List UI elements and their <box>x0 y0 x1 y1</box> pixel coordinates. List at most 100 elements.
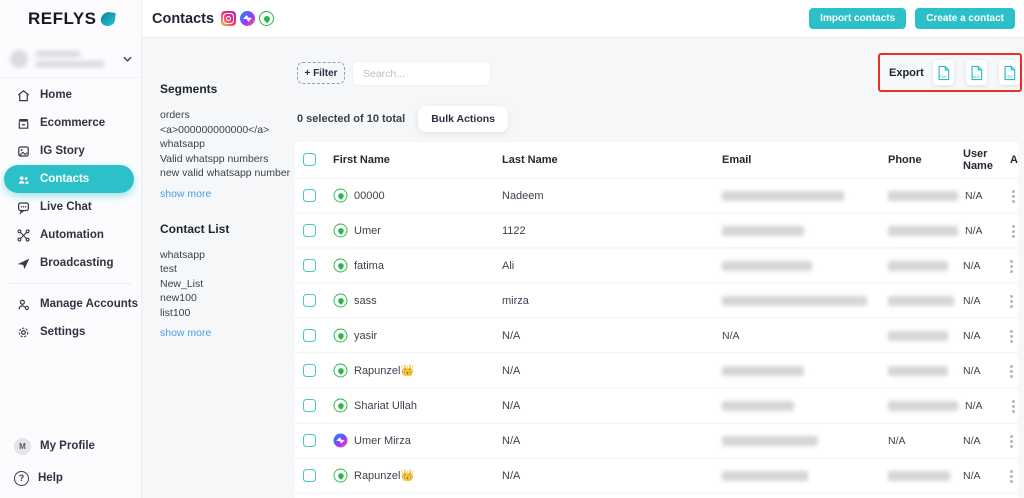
contact-list-item[interactable]: new100 <box>160 291 292 306</box>
whatsapp-icon <box>334 294 348 308</box>
segment-item[interactable]: orders <box>160 108 292 123</box>
export-csv-button[interactable]: CSV <box>999 60 1020 85</box>
row-actions-menu-icon[interactable] <box>1010 434 1013 447</box>
whatsapp-icon <box>334 364 348 378</box>
contact-list-item[interactable]: test <box>160 262 292 277</box>
contact-list: whatsapp test New_List new100 list100 <box>160 248 292 321</box>
row-checkbox[interactable] <box>303 469 316 482</box>
row-checkbox[interactable] <box>303 364 316 377</box>
account-name-redacted <box>35 51 116 67</box>
email-cell <box>715 436 883 446</box>
avatar: M <box>14 438 31 455</box>
column-header-first-name: First Name <box>326 154 502 166</box>
email-cell <box>715 191 883 201</box>
sidebar-item-live-chat[interactable]: Live Chat <box>0 193 142 221</box>
sidebar-item-contacts[interactable]: Contacts <box>4 165 134 193</box>
table-row: Rapunzel👑 N/A N/A <box>295 354 1018 387</box>
table-row: Rapunzel👑 N/A N/A <box>295 459 1018 492</box>
first-name-cell: sass <box>354 295 377 307</box>
contact-list-item[interactable]: list100 <box>160 306 292 321</box>
user-name-cell: N/A <box>956 435 1004 447</box>
brand-logo-icon <box>100 11 116 27</box>
phone-cell <box>883 401 958 411</box>
home-icon <box>16 88 31 103</box>
email-redacted <box>722 401 794 411</box>
import-contacts-button[interactable]: Import contacts <box>809 8 906 29</box>
email-cell <box>715 226 883 236</box>
export-format-label: CSV <box>1005 73 1014 78</box>
user-name-cell: N/A <box>956 365 1004 377</box>
sidebar-divider <box>10 283 132 284</box>
automation-icon <box>16 228 31 243</box>
row-actions-menu-icon[interactable] <box>1012 189 1015 202</box>
broadcasting-icon <box>16 256 31 271</box>
row-checkbox[interactable] <box>303 434 316 447</box>
row-actions-menu-icon[interactable] <box>1012 399 1015 412</box>
export-pdf-button[interactable]: PDF <box>933 60 954 85</box>
segment-item[interactable]: new valid whatsapp number <box>160 166 292 181</box>
help-icon: ? <box>14 471 29 486</box>
row-checkbox[interactable] <box>303 189 316 202</box>
row-actions-menu-icon[interactable] <box>1010 469 1013 482</box>
create-contact-button[interactable]: Create a contact <box>915 8 1015 29</box>
phone-redacted <box>888 226 958 236</box>
sidebar-item-ig-story[interactable]: IG Story <box>0 137 142 165</box>
phone-cell <box>883 366 956 376</box>
email-redacted <box>722 191 844 201</box>
table-row: 00000 Nadeem N/A <box>295 179 1018 212</box>
segments-show-more-link[interactable]: show more <box>160 188 211 200</box>
sidebar-item-manage-accounts[interactable]: Manage Accounts <box>0 290 142 318</box>
sidebar-item-ecommerce[interactable]: Ecommerce <box>0 109 142 137</box>
sidebar-item-automation[interactable]: Automation <box>0 221 142 249</box>
whatsapp-icon <box>259 11 274 26</box>
email-cell <box>715 296 883 306</box>
row-checkbox[interactable] <box>303 399 316 412</box>
column-header-email: Email <box>715 154 883 166</box>
row-checkbox[interactable] <box>303 259 316 272</box>
brand-logo: REFLYS <box>28 9 115 29</box>
segment-item[interactable]: Valid whatspp numbers <box>160 152 292 167</box>
select-all-checkbox[interactable] <box>303 153 316 166</box>
column-header-phone: Phone <box>883 154 956 166</box>
row-checkbox[interactable] <box>303 224 316 237</box>
brand-name: REFLYS <box>28 9 97 29</box>
segment-item[interactable]: <a>000000000000</a> <box>160 123 292 138</box>
sidebar-item-settings[interactable]: Settings <box>0 318 142 346</box>
row-checkbox[interactable] <box>303 294 316 307</box>
whatsapp-icon <box>334 329 348 343</box>
first-name-cell: 00000 <box>354 190 385 202</box>
row-actions-menu-icon[interactable] <box>1010 364 1013 377</box>
sidebar-item-home[interactable]: Home <box>0 81 142 109</box>
table-row: yasir N/A N/A N/A <box>295 319 1018 352</box>
bulk-actions-button[interactable]: Bulk Actions <box>418 106 508 132</box>
segment-item[interactable]: whatsapp <box>160 137 292 152</box>
sidebar-item-help[interactable]: ? Help <box>0 466 142 490</box>
table-row: sass mirza N/A <box>295 284 1018 317</box>
sidebar-item-my-profile[interactable]: M My Profile <box>0 434 142 458</box>
filter-button[interactable]: + Filter <box>297 62 345 84</box>
selection-summary: 0 selected of 10 total <box>297 113 405 125</box>
first-name-cell: Shariat Ullah <box>354 400 417 412</box>
contact-list-show-more-link[interactable]: show more <box>160 327 211 339</box>
row-actions-menu-icon[interactable] <box>1010 294 1013 307</box>
phone-redacted <box>888 331 948 341</box>
messenger-icon <box>240 11 255 26</box>
contact-list-item[interactable]: New_List <box>160 277 292 292</box>
whatsapp-icon <box>334 224 348 238</box>
row-actions-menu-icon[interactable] <box>1010 329 1013 342</box>
row-actions-menu-icon[interactable] <box>1010 259 1013 272</box>
row-actions-menu-icon[interactable] <box>1012 224 1015 237</box>
email-redacted <box>722 436 818 446</box>
column-header-last-name: Last Name <box>502 154 715 166</box>
user-name-cell: N/A <box>956 330 1004 342</box>
phone-redacted <box>888 366 948 376</box>
search-input[interactable] <box>352 61 491 86</box>
account-switcher[interactable] <box>0 40 142 78</box>
row-checkbox[interactable] <box>303 329 316 342</box>
sidebar-item-broadcasting[interactable]: Broadcasting <box>0 249 142 277</box>
contact-list-item[interactable]: whatsapp <box>160 248 292 263</box>
user-name-cell: N/A <box>958 190 1006 202</box>
page-title: Contacts <box>152 11 214 27</box>
export-xls-button[interactable]: XLS <box>966 60 987 85</box>
sidebar-item-label: Contacts <box>40 173 89 185</box>
